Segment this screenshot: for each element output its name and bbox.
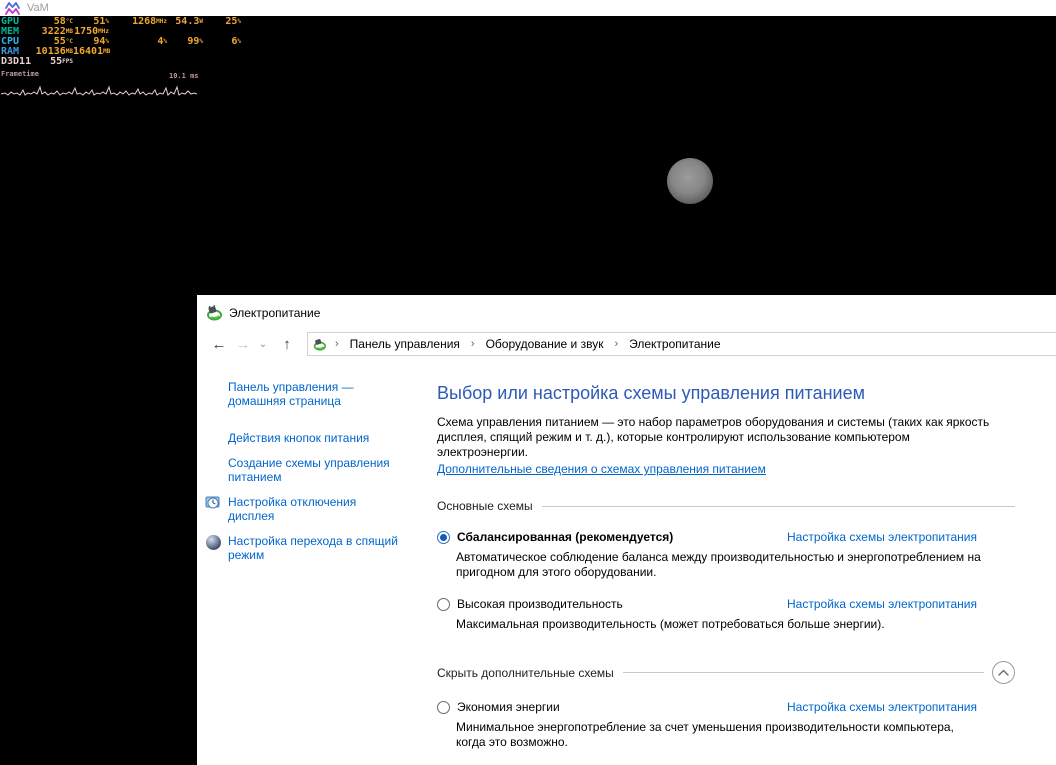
- collapse-section-button[interactable]: [992, 661, 1015, 684]
- plan-description: Минимальное энергопотребление за счет ум…: [456, 720, 954, 749]
- address-bar[interactable]: › Панель управления › Оборудование и зву…: [307, 332, 1056, 356]
- plan-description: Автоматическое соблюдение баланса между …: [456, 550, 981, 579]
- osd-row-mem: MEM 3222MB 1750MHz: [1, 26, 109, 37]
- plan-label[interactable]: Экономия энергии: [457, 700, 560, 714]
- divider: [541, 505, 1015, 507]
- plan-label[interactable]: Сбалансированная (рекомендуется): [457, 530, 673, 544]
- window-title: Электропитание: [229, 305, 321, 320]
- radio-button[interactable]: [437, 597, 450, 611]
- recent-locations-icon[interactable]: ⌄: [255, 339, 271, 350]
- up-icon[interactable]: ↑: [275, 336, 299, 353]
- sidebar-item-power-button-actions[interactable]: Действия кнопок питания: [203, 431, 437, 445]
- page-title: Выбор или настройка схемы управления пит…: [437, 383, 865, 403]
- frametime-graph: [1, 85, 198, 96]
- change-plan-settings-link[interactable]: Настройка схемы электропитания: [787, 530, 977, 544]
- sidebar-item-sleep-settings[interactable]: Настройка перехода в спящий режим: [203, 534, 437, 562]
- breadcrumb-separator-icon: ›: [614, 338, 619, 350]
- divider: [622, 672, 984, 673]
- sidebar-item-display-off-settings[interactable]: Настройка отключения дисплея: [203, 495, 437, 523]
- plan-high-performance: Высокая производительность Настройка схе…: [437, 597, 1015, 632]
- vam-window-title: VaM: [27, 2, 49, 14]
- address-power-icon: [313, 338, 326, 351]
- intro-text: Схема управления питанием — это набор па…: [437, 415, 990, 459]
- window-titlebar[interactable]: Электропитание: [197, 295, 1056, 330]
- plan-power-saver: Экономия энергии Настройка схемы электро…: [437, 700, 1015, 750]
- main-content: Выбор или настройка схемы управления пит…: [437, 358, 1015, 750]
- chevron-up-icon: [998, 669, 1009, 676]
- breadcrumb-separator-icon: ›: [335, 338, 339, 350]
- power-options-icon: [207, 304, 222, 320]
- osd-row-ram: RAM 10136MB 16401MB: [1, 46, 111, 57]
- radio-button[interactable]: [437, 530, 450, 544]
- vam-logo-icon: [5, 1, 20, 15]
- power-options-window: Электропитание ← → ⌄ ↑ › Панель управлен…: [197, 295, 1056, 765]
- sidebar-tasks: Панель управления — домашняя страница Де…: [197, 358, 437, 750]
- back-icon[interactable]: ←: [207, 336, 231, 353]
- breadcrumb-item-power-options[interactable]: Электропитание: [627, 337, 722, 351]
- osd-row-fps: D3D11 55FPS: [1, 56, 73, 67]
- vam-titlebar: VaM: [0, 0, 1056, 16]
- window-body: Панель управления — домашняя страница Де…: [197, 358, 1056, 750]
- radio-button[interactable]: [437, 700, 450, 714]
- osd-row-gpu: GPU 58°C 51% 1268MHz 54.3W 25%: [1, 16, 241, 27]
- sidebar-item-control-panel-home[interactable]: Панель управления — домашняя страница: [203, 380, 437, 408]
- scene-sphere: [667, 158, 713, 204]
- plan-balanced: Сбалансированная (рекомендуется) Настрой…: [437, 530, 1015, 580]
- breadcrumb-item-hardware-sound[interactable]: Оборудование и звук: [484, 337, 606, 351]
- breadcrumb-separator-icon: ›: [470, 338, 475, 350]
- forward-icon[interactable]: →: [231, 336, 255, 353]
- plan-label[interactable]: Высокая производительность: [457, 597, 623, 611]
- navigation-bar: ← → ⌄ ↑ › Панель управления › Оборудован…: [197, 330, 1056, 358]
- change-plan-settings-link[interactable]: Настройка схемы электропитания: [787, 700, 977, 714]
- performance-osd: GPU 58°C 51% 1268MHz 54.3W 25% MEM 3222M…: [1, 16, 247, 96]
- change-plan-settings-link[interactable]: Настройка схемы электропитания: [787, 597, 977, 611]
- learn-more-link[interactable]: Дополнительные сведения о схемах управле…: [437, 462, 766, 476]
- section-primary-plans: Основные схемы: [437, 499, 1015, 513]
- frametime-current-value: 10.1 ms: [169, 72, 199, 80]
- plan-description: Максимальная производительность (может п…: [456, 617, 885, 631]
- sidebar-item-create-power-plan[interactable]: Создание схемы управления питанием: [203, 456, 437, 484]
- sleep-mode-icon: [205, 535, 221, 550]
- section-additional-plans: Скрыть дополнительные схемы: [437, 661, 1015, 684]
- frametime-label: Frametime: [1, 70, 39, 78]
- breadcrumb-item-control-panel[interactable]: Панель управления: [348, 337, 462, 351]
- display-sleep-icon: [205, 496, 220, 509]
- screen: VaM GPU 58°C 51% 1268MHz 54.3W 25% MEM 3…: [0, 0, 1056, 765]
